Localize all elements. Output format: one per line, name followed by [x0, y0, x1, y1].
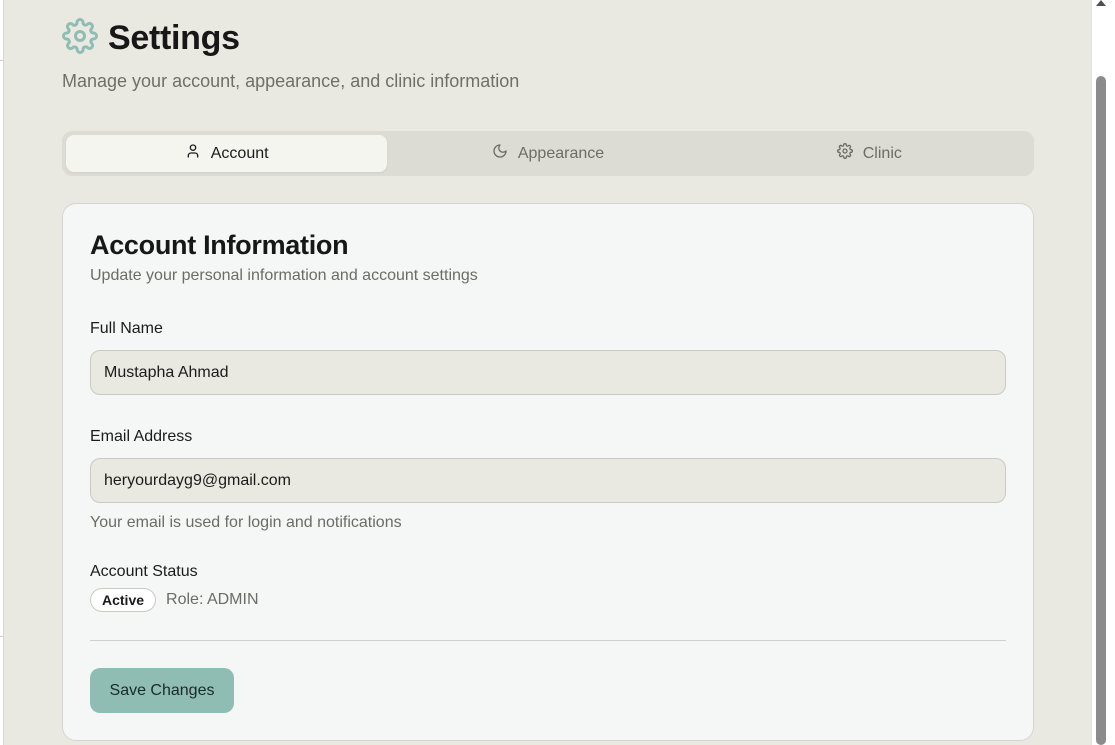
tab-appearance[interactable]: Appearance [387, 135, 708, 172]
window-left-edge [0, 0, 4, 745]
account-status-label: Account Status [90, 563, 198, 580]
page-title: Settings [108, 19, 240, 57]
status-row: Active Role: ADMIN [90, 588, 259, 612]
gear-icon [62, 18, 98, 59]
card-title: Account Information [90, 230, 349, 260]
divider [90, 640, 1006, 641]
tab-label: Clinic [862, 144, 902, 162]
email-input[interactable] [90, 458, 1006, 503]
edge-divider [0, 60, 4, 61]
gear-icon [836, 143, 853, 164]
full-name-input[interactable] [90, 350, 1006, 395]
moon-icon [492, 143, 508, 164]
page-subtitle: Manage your account, appearance, and cli… [62, 71, 520, 91]
status-badge: Active [90, 588, 157, 612]
tab-account[interactable]: Account [66, 135, 388, 172]
account-information-card: Account Information Update your personal… [62, 203, 1034, 741]
user-icon [185, 143, 201, 164]
role-text: Role: ADMIN [166, 591, 259, 608]
save-changes-button[interactable]: Save Changes [90, 668, 234, 713]
tab-label: Appearance [517, 144, 605, 162]
scroll-up-arrow-icon[interactable] [1096, 0, 1106, 6]
email-label: Email Address [90, 428, 193, 445]
title-row: Settings [62, 18, 519, 59]
scrollbar-thumb[interactable] [1096, 76, 1106, 745]
settings-tabs: Account Appearance Clinic [62, 131, 1034, 176]
card-description: Update your personal information and acc… [90, 267, 478, 284]
page-header: Settings Manage your account, appearance… [62, 18, 519, 92]
tab-clinic[interactable]: Clinic [709, 135, 1030, 172]
email-help-text: Your email is used for login and notific… [90, 514, 402, 531]
vertical-scrollbar[interactable] [1091, 0, 1115, 745]
edge-divider [0, 636, 4, 637]
tab-label: Account [210, 144, 269, 162]
full-name-label: Full Name [90, 320, 163, 337]
